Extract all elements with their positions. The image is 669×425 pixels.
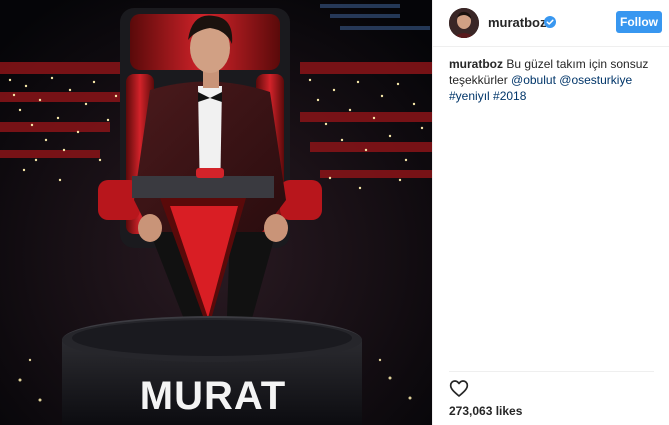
avatar-image [449, 8, 479, 38]
photo-illustration [0, 0, 432, 425]
post-side-panel: muratboz Follow muratboz Bu güzel takım … [432, 0, 669, 425]
caption-username[interactable]: muratboz [449, 57, 503, 71]
post-photo[interactable]: MURAT [0, 0, 432, 425]
likes-count[interactable]: 273,063 likes [449, 404, 522, 418]
verified-badge-icon [544, 16, 556, 28]
mention-osesturkiye[interactable]: @osesturkiye [559, 73, 632, 87]
post-header: muratboz Follow [433, 0, 669, 47]
post-username[interactable]: muratboz [488, 15, 547, 30]
hashtag-2018[interactable]: #2018 [493, 89, 526, 103]
avatar[interactable] [449, 8, 479, 38]
actions-divider [449, 371, 654, 372]
post-caption: muratboz Bu güzel takım için sonsuz teşe… [449, 56, 654, 104]
heart-icon[interactable] [449, 379, 469, 398]
follow-button[interactable]: Follow [616, 11, 662, 33]
hashtag-yeniyil[interactable]: #yeniyıl [449, 89, 490, 103]
nameplate-text: MURAT [139, 374, 287, 418]
mention-obulut[interactable]: @obulut [511, 73, 556, 87]
